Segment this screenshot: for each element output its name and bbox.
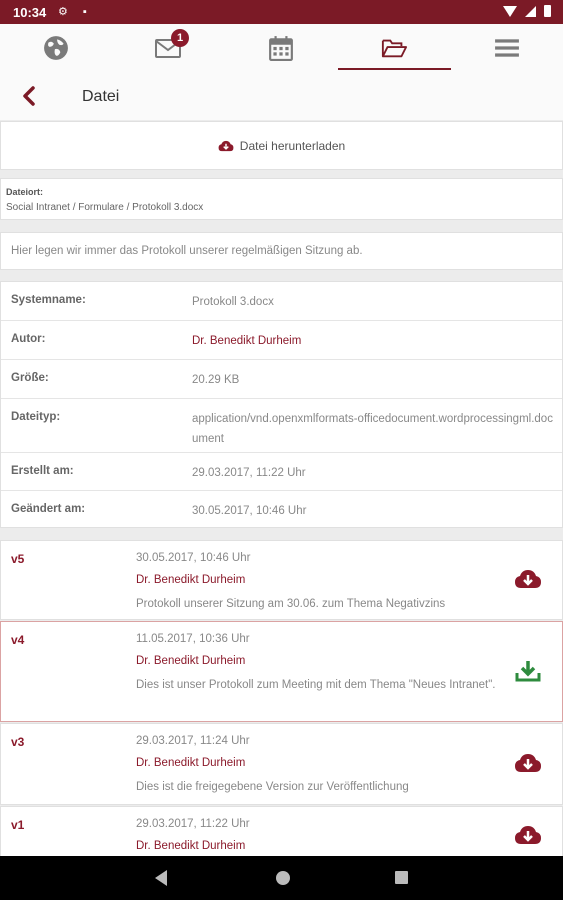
property-key: Autor: (11, 333, 46, 345)
property-key: Systemname: (11, 294, 86, 306)
property-key: Erstellt am: (11, 465, 74, 477)
cell-signal-icon (525, 5, 536, 17)
version-tag: v4 (11, 633, 25, 647)
version-date: 29.03.2017, 11:24 Uhr (136, 735, 250, 747)
top-navigation: 1 (0, 24, 563, 72)
property-row: Größe: 20.29 KB (1, 360, 562, 399)
property-row: Dateityp: application/vnd.openxmlformats… (1, 399, 562, 453)
version-author[interactable]: Dr. Benedikt Durheim (136, 574, 245, 586)
wifi-icon (503, 5, 517, 17)
version-item[interactable]: v4 11.05.2017, 10:36 Uhr Dr. Benedikt Du… (0, 621, 563, 722)
status-bar: 10:34 ⚙ ▪ (0, 0, 563, 24)
version-comment: Protokoll unserer Sitzung am 30.06. zum … (136, 598, 446, 610)
nav-globe[interactable] (0, 24, 112, 72)
version-tag: v1 (11, 818, 25, 832)
property-value: application/vnd.openxmlformats-officedoc… (192, 413, 553, 445)
page-title: Datei (82, 88, 120, 105)
version-item[interactable]: v5 30.05.2017, 10:46 Uhr Dr. Benedikt Du… (0, 540, 563, 620)
cloud-download-icon (218, 140, 234, 151)
download-file-button[interactable]: Datei herunterladen (0, 121, 563, 170)
property-key: Größe: (11, 372, 49, 384)
nav-menu[interactable] (451, 24, 563, 72)
cloud-download-icon[interactable] (514, 751, 542, 775)
nav-files[interactable] (338, 24, 450, 72)
status-time: 10:34 (13, 5, 47, 20)
nav-calendar[interactable] (225, 24, 337, 72)
file-description: Hier legen wir immer das Protokoll unser… (0, 232, 563, 270)
version-date: 29.03.2017, 11:22 Uhr (136, 818, 250, 830)
version-list: v5 30.05.2017, 10:46 Uhr Dr. Benedikt Du… (0, 540, 563, 856)
file-location-path: Social Intranet / Formulare / Protokoll … (6, 202, 204, 213)
file-location-label: Dateiort: (6, 187, 44, 197)
version-comment: Dies ist die freigegebene Version zur Ve… (136, 781, 409, 793)
file-location: Dateiort: Social Intranet / Formulare / … (0, 178, 563, 220)
calendar-icon (269, 36, 293, 61)
version-date: 30.05.2017, 10:46 Uhr (136, 552, 251, 564)
property-row: Geändert am: 30.05.2017, 10:46 Uhr (1, 491, 562, 527)
property-row: Systemname: Protokoll 3.docx (1, 282, 562, 321)
author-link[interactable]: Dr. Benedikt Durheim (192, 331, 554, 351)
menu-icon (495, 39, 519, 57)
property-row: Erstellt am: 29.03.2017, 11:22 Uhr (1, 453, 562, 491)
system-home-icon[interactable] (276, 871, 290, 885)
version-comment: Dies ist unser Protokoll zum Meeting mit… (136, 679, 496, 691)
nav-mail[interactable]: 1 (112, 24, 224, 72)
property-key: Geändert am: (11, 503, 86, 515)
mail-badge: 1 (171, 29, 189, 47)
system-navigation-bar (0, 856, 563, 900)
file-properties: Systemname: Protokoll 3.docx Autor: Dr. … (0, 281, 563, 528)
property-key: Dateityp: (11, 411, 61, 423)
folder-open-icon (381, 39, 407, 58)
version-author[interactable]: Dr. Benedikt Durheim (136, 655, 245, 667)
nav-active-indicator (338, 68, 451, 70)
system-icons (503, 5, 551, 17)
back-arrow-icon[interactable] (18, 84, 42, 108)
property-row: Autor: Dr. Benedikt Durheim (1, 321, 562, 360)
system-back-icon[interactable] (155, 870, 167, 886)
property-value: 20.29 KB (192, 374, 240, 386)
property-value: 29.03.2017, 11:22 Uhr (192, 467, 306, 479)
cloud-download-icon[interactable] (514, 567, 542, 591)
globe-icon (44, 36, 68, 60)
download-icon[interactable] (514, 659, 542, 683)
property-value: Protokoll 3.docx (192, 296, 274, 308)
version-author[interactable]: Dr. Benedikt Durheim (136, 757, 245, 769)
version-item[interactable]: v3 29.03.2017, 11:24 Uhr Dr. Benedikt Du… (0, 723, 563, 805)
property-value: 30.05.2017, 10:46 Uhr (192, 505, 307, 517)
notification-icons: ⚙ ▪ (58, 6, 93, 18)
download-file-label: Datei herunterladen (239, 138, 346, 153)
version-date: 11.05.2017, 10:36 Uhr (136, 633, 250, 645)
title-bar: Datei (0, 72, 563, 120)
version-author[interactable]: Dr. Benedikt Durheim (136, 840, 245, 852)
battery-icon (544, 5, 551, 17)
version-tag: v3 (11, 735, 25, 749)
version-item[interactable]: v1 29.03.2017, 11:22 Uhr Dr. Benedikt Du… (0, 806, 563, 856)
cloud-download-icon[interactable] (514, 823, 542, 847)
version-tag: v5 (11, 552, 25, 566)
system-recents-icon[interactable] (395, 871, 408, 884)
